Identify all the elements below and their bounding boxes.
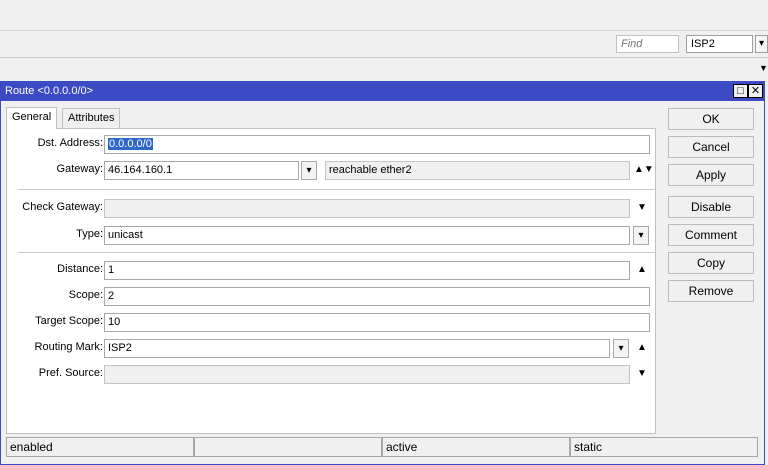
check-gateway-field[interactable]: [104, 199, 630, 218]
type-field[interactable]: unicast: [104, 226, 630, 245]
dst-address-field[interactable]: 0.0.0.0/0: [104, 135, 650, 154]
divider: [18, 252, 655, 253]
routing-mark-collapse-icon[interactable]: ▲: [634, 339, 650, 358]
target-scope-field[interactable]: 10: [104, 313, 650, 332]
status-bar: enabled active static: [6, 437, 758, 457]
general-panel: Dst. Address: 0.0.0.0/0 Gateway: 46.164.…: [6, 128, 656, 434]
close-icon[interactable]: ✕: [748, 84, 763, 98]
dst-address-value: 0.0.0.0/0: [108, 138, 153, 150]
gateway-updown-icon[interactable]: ▲▼: [634, 161, 654, 180]
routing-mark-label: Routing Mark:: [34, 341, 103, 353]
scope-label: Scope:: [68, 289, 103, 301]
disable-button[interactable]: Disable: [668, 196, 754, 218]
tab-attributes[interactable]: Attributes: [62, 108, 121, 129]
gateway-field[interactable]: 46.164.160.1: [104, 161, 299, 180]
status-static: static: [570, 437, 758, 457]
status-empty: [194, 437, 382, 457]
cancel-button[interactable]: Cancel: [668, 136, 754, 158]
gateway-label: Gateway:: [56, 163, 103, 175]
type-label: Type:: [76, 228, 103, 240]
app-top-bar: [0, 0, 768, 31]
filter-dropdown-button[interactable]: ▾: [755, 35, 768, 53]
check-gateway-label: Check Gateway:: [22, 201, 103, 213]
route-window: Route <0.0.0.0/0> □ ✕ General Attributes…: [0, 81, 765, 465]
status-enabled: enabled: [6, 437, 194, 457]
distance-collapse-icon[interactable]: ▲: [634, 261, 650, 280]
type-dropdown-icon[interactable]: ▾: [633, 226, 649, 245]
gateway-dropdown-icon[interactable]: ▾: [301, 161, 317, 180]
filter-select[interactable]: ISP2: [686, 35, 753, 53]
distance-field[interactable]: 1: [104, 261, 630, 280]
maximize-icon[interactable]: □: [733, 84, 748, 98]
scope-field[interactable]: 2: [104, 287, 650, 306]
distance-label: Distance:: [57, 263, 103, 275]
tab-general[interactable]: General: [6, 107, 58, 129]
gateway-status: reachable ether2: [325, 161, 630, 180]
apply-button[interactable]: Apply: [668, 164, 754, 186]
window-title[interactable]: Route <0.0.0.0/0>: [1, 82, 764, 101]
target-scope-label: Target Scope:: [35, 315, 103, 327]
find-input[interactable]: [616, 35, 679, 53]
pref-source-dropdown-icon[interactable]: ▼: [634, 365, 650, 384]
routing-mark-field[interactable]: ISP2: [104, 339, 610, 358]
divider: [18, 189, 655, 190]
dst-address-label: Dst. Address:: [37, 137, 103, 149]
ok-button[interactable]: OK: [668, 108, 754, 130]
status-active: active: [382, 437, 570, 457]
remove-button[interactable]: Remove: [668, 280, 754, 302]
copy-button[interactable]: Copy: [668, 252, 754, 274]
pref-source-label: Pref. Source:: [38, 367, 103, 379]
check-gateway-dropdown-icon[interactable]: ▼: [634, 199, 650, 218]
pref-source-field[interactable]: [104, 365, 630, 384]
menu-arrow-icon[interactable]: ▼: [759, 63, 768, 73]
routing-mark-dropdown-icon[interactable]: ▾: [613, 339, 629, 358]
comment-button[interactable]: Comment: [668, 224, 754, 246]
